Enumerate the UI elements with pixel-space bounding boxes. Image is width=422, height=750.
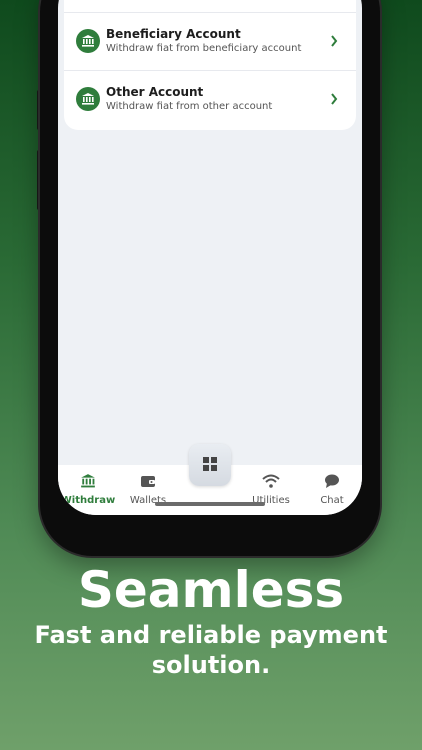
promo-headline: Seamless	[77, 561, 345, 619]
withdraw-options-card: Beneficiary Account Withdraw fiat from b…	[64, 0, 356, 130]
chevron-right-icon	[324, 93, 344, 105]
app-screen: Beneficiary Account Withdraw fiat from b…	[58, 0, 362, 515]
dashboard-button[interactable]	[189, 444, 231, 486]
bank-icon	[76, 87, 100, 111]
chevron-right-icon	[324, 35, 344, 47]
option-subtitle: Withdraw fiat from beneficiary account	[106, 42, 302, 54]
wallet-icon	[118, 473, 178, 493]
bank-icon	[76, 29, 100, 53]
wifi-icon	[241, 473, 301, 493]
tab-label: Withdraw	[60, 495, 116, 506]
tab-label: Chat	[320, 495, 344, 506]
bank-icon	[58, 473, 118, 493]
option-title: Beneficiary Account	[106, 26, 241, 41]
other-account-option[interactable]: Other Account Withdraw fiat from other a…	[64, 71, 356, 127]
tab-chat[interactable]: Chat	[302, 473, 362, 506]
tab-withdraw[interactable]: Withdraw	[58, 473, 118, 506]
option-title: Other Account	[106, 84, 204, 99]
promo-subline: Fast and reliable payment solution.	[34, 621, 388, 679]
beneficiary-account-option[interactable]: Beneficiary Account Withdraw fiat from b…	[64, 13, 356, 69]
chat-bubble-icon	[302, 473, 362, 493]
home-indicator	[155, 502, 265, 506]
grid-icon	[203, 456, 217, 475]
option-subtitle: Withdraw fiat from other account	[106, 100, 273, 112]
